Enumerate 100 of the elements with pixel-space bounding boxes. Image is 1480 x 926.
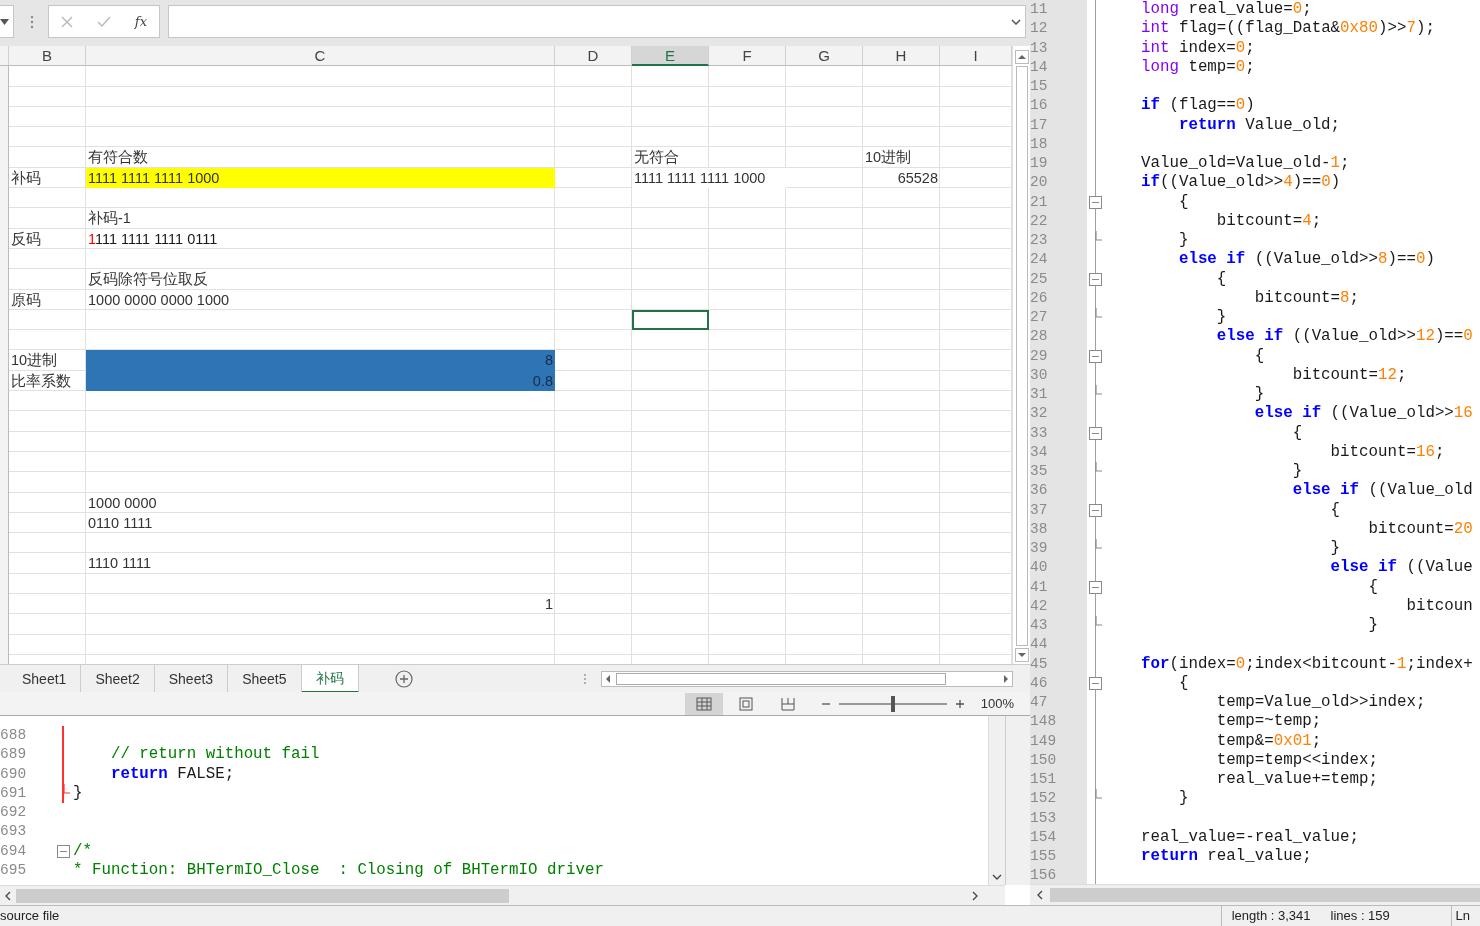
code-line: } <box>1367 616 1379 636</box>
fold-toggle-icon[interactable] <box>1089 272 1102 286</box>
table-cell[interactable]: 原码 <box>9 289 86 310</box>
line-number: 20 <box>1030 173 1049 193</box>
slider-thumb[interactable] <box>890 695 895 712</box>
table-cell[interactable]: 1110 1111 <box>86 553 555 574</box>
horizontal-scrollbar[interactable] <box>0 885 1005 905</box>
code-line: { <box>1329 500 1342 520</box>
table-cell[interactable]: 10进制 <box>9 350 86 371</box>
line-number: 33 <box>1030 423 1049 443</box>
code-line: else if ((Value_old>>12)==0 <box>1215 327 1474 347</box>
expand-icon[interactable] <box>1011 18 1021 25</box>
code-line: else if ((Value <box>1329 558 1474 578</box>
code-line: if((Value_old>>4)==0) <box>1141 173 1342 193</box>
name-box[interactable] <box>0 5 14 38</box>
scroll-down-icon[interactable] <box>1014 648 1029 662</box>
table-cell[interactable]: 1 <box>86 594 555 615</box>
line-number: 38 <box>1030 519 1049 539</box>
scroll-thumb[interactable] <box>1050 888 1480 902</box>
normal-view-icon <box>695 696 712 711</box>
line-number: 695 <box>0 860 28 880</box>
fold-toggle-icon[interactable] <box>1089 676 1102 690</box>
line-number: 23 <box>1030 231 1049 250</box>
table-cell[interactable]: 无符合 <box>632 147 709 168</box>
table-cell[interactable]: 1111 1111 1111 0111 <box>86 228 555 249</box>
scroll-left-icon[interactable] <box>1036 890 1044 900</box>
code-line: return Value_old; <box>1177 115 1342 135</box>
code-line: { <box>1291 423 1304 443</box>
table-cell[interactable]: 65528 <box>863 167 940 189</box>
scroll-thumb[interactable] <box>16 888 509 903</box>
column-header[interactable]: B <box>9 46 86 67</box>
code-line: real_value+=temp; <box>1215 770 1379 790</box>
table-cell[interactable]: 1111 1111 1111 1000 <box>632 167 786 189</box>
fold-toggle-icon[interactable] <box>1089 503 1102 517</box>
row-header[interactable] <box>0 66 9 664</box>
view-button[interactable] <box>684 692 723 715</box>
scroll-left-icon[interactable] <box>4 890 12 901</box>
vertical-scrollbar[interactable] <box>988 716 1005 885</box>
code-line: real_value=-real_value; <box>1141 827 1361 847</box>
cancel-icon[interactable] <box>60 15 73 28</box>
add-sheet-icon[interactable] <box>394 669 413 688</box>
scroll-right-icon[interactable] <box>971 890 979 901</box>
line-number: 31 <box>1030 385 1049 404</box>
line-number: 151 <box>1030 770 1058 789</box>
column-header[interactable]: I <box>940 46 1012 67</box>
fold-toggle-icon[interactable] <box>1089 580 1102 594</box>
fold-toggle-icon[interactable] <box>57 844 70 858</box>
line-number: 15 <box>1030 77 1049 96</box>
table-cell[interactable]: 反码除符号位取反 <box>86 269 555 290</box>
table-cell[interactable]: 1000 0000 <box>86 492 555 513</box>
table-cell[interactable]: 反码 <box>9 228 86 249</box>
table-cell[interactable]: 补码 <box>9 167 86 189</box>
code-line: // return without fail <box>109 745 321 765</box>
line-number: 688 <box>0 726 28 745</box>
line-number: 689 <box>0 745 28 765</box>
zoom-in-icon[interactable] <box>954 698 965 709</box>
table-cell[interactable]: 0110 1111 <box>86 512 555 534</box>
scroll-thumb[interactable] <box>1015 66 1028 646</box>
line-number: 32 <box>1030 404 1049 424</box>
horizontal-scrollbar[interactable] <box>600 670 1013 687</box>
fold-toggle-icon[interactable] <box>1089 195 1102 209</box>
table-cell[interactable]: 补码-1 <box>86 208 555 229</box>
formula-input[interactable] <box>168 5 1026 38</box>
line-number: 37 <box>1030 500 1049 520</box>
line-number: 44 <box>1030 635 1049 655</box>
scroll-thumb[interactable] <box>615 672 946 685</box>
fold-toggle-icon[interactable] <box>1089 349 1102 363</box>
column-header[interactable]: H <box>863 46 940 67</box>
table-cell[interactable]: 有符合数 <box>86 147 555 168</box>
fold-toggle-icon[interactable] <box>1089 426 1102 440</box>
zoom-level[interactable]: 100% <box>980 693 1014 714</box>
line-number: 41 <box>1030 577 1049 597</box>
line-number: 28 <box>1030 327 1049 347</box>
column-header[interactable]: E <box>632 46 709 67</box>
check-icon[interactable] <box>96 15 111 28</box>
code-line: return real_value; <box>1141 847 1313 867</box>
sheet-tab[interactable]: 补码 <box>301 664 359 693</box>
table-cell[interactable]: 1000 0000 0000 1000 <box>86 289 555 310</box>
selected-cell[interactable] <box>632 309 709 331</box>
scroll-down-icon[interactable] <box>992 873 1002 881</box>
scroll-up-icon[interactable] <box>1014 50 1029 64</box>
page-layout-icon <box>737 696 754 711</box>
code-line: { <box>1253 346 1266 366</box>
select-all-corner[interactable] <box>0 46 9 67</box>
vertical-scrollbar[interactable] <box>1012 46 1030 664</box>
insert-function-button[interactable]: fx <box>134 11 147 32</box>
line-number: 690 <box>0 764 28 784</box>
table-cell[interactable]: 比率系数 <box>9 370 86 392</box>
grip-icon <box>582 672 587 685</box>
column-header[interactable]: G <box>786 46 863 67</box>
code-line: Value_old=Value_old-1; <box>1141 154 1351 174</box>
code-line: * Function: BHTermIO_Close : Closing of BHTermIO driver <box>73 860 605 880</box>
column-header[interactable]: F <box>709 46 786 67</box>
horizontal-scrollbar[interactable] <box>1030 884 1480 905</box>
table-cell[interactable]: 1111 1111 1111 1000 <box>86 167 555 189</box>
column-header[interactable]: C <box>86 46 555 67</box>
line-number: 19 <box>1030 154 1049 173</box>
table-cell[interactable]: 10进制 <box>863 147 940 168</box>
column-header[interactable]: D <box>555 46 632 67</box>
line-number: 16 <box>1030 96 1049 116</box>
